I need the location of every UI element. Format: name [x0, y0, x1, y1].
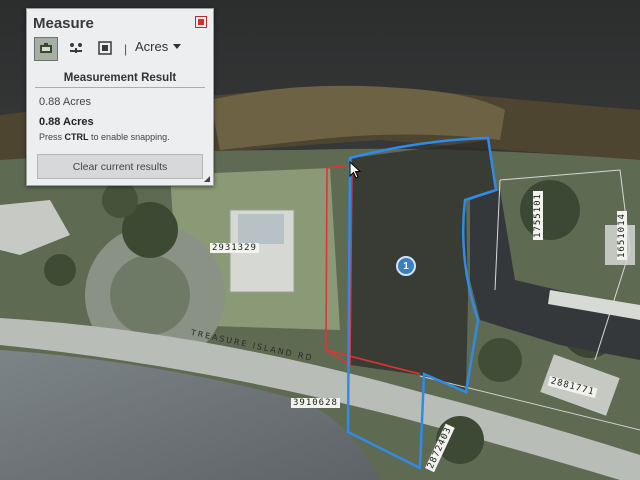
snapping-hint: Press CTRL to enable snapping. [39, 132, 170, 142]
panel-title: Measure [33, 15, 94, 32]
measure-marker[interactable]: 1 [396, 256, 416, 276]
mouse-cursor-icon [349, 161, 361, 179]
close-icon[interactable] [195, 16, 207, 28]
unit-label: Acres [135, 39, 169, 54]
unit-dropdown[interactable]: Acres [135, 39, 182, 54]
toolbar-separator: | [124, 42, 128, 56]
clear-results-button[interactable]: Clear current results [37, 154, 203, 179]
parcel-label-2931329: 2931329 [210, 243, 259, 253]
parcel-label-1755101: 1755101 [533, 191, 543, 240]
result-value: 0.88 Acres [39, 96, 91, 108]
parcel-label-3910628: 3910628 [291, 398, 340, 408]
area-tool-icon[interactable] [34, 37, 58, 61]
section-header: Measurement Result [35, 72, 205, 88]
chevron-down-icon [173, 44, 182, 49]
location-tool-icon[interactable] [97, 37, 113, 59]
resize-grip-icon[interactable] [204, 176, 210, 182]
distance-tool-icon[interactable] [67, 37, 85, 59]
hint-key: CTRL [64, 132, 89, 142]
parcel-label-1651014: 1651014 [617, 211, 627, 260]
result-value-bold: 0.88 Acres [39, 116, 94, 128]
measure-panel: Measure | Acres Measurement Result 0.88 … [26, 8, 214, 186]
